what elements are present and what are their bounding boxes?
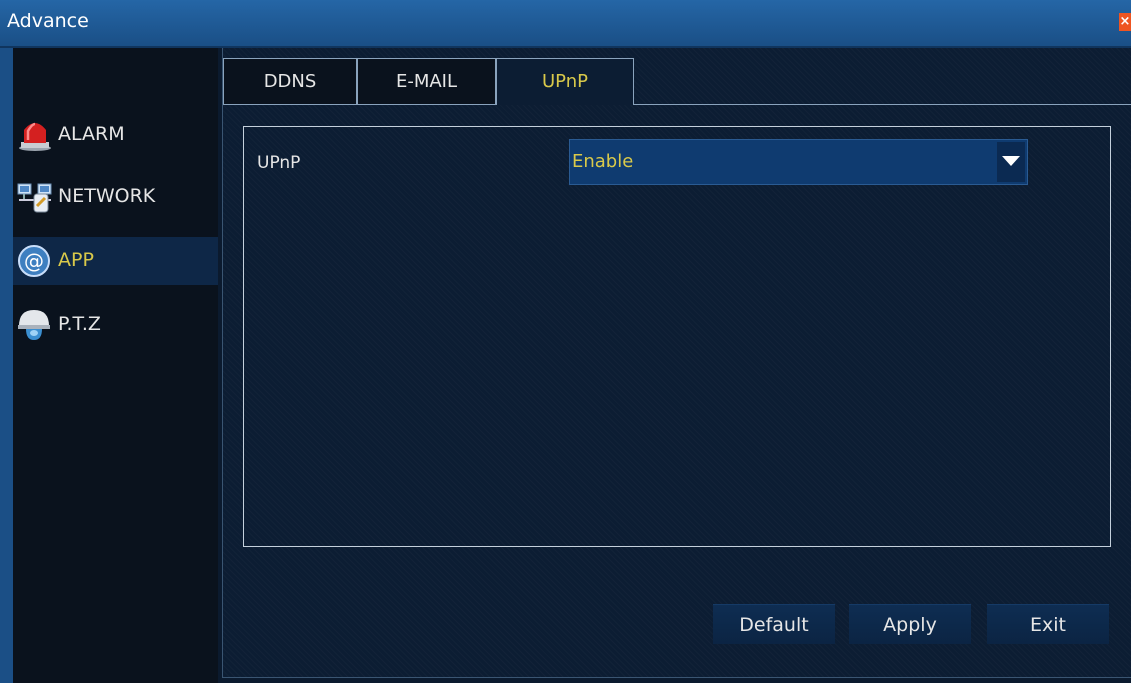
tab-ddns[interactable]: DDNS xyxy=(223,58,357,104)
sidebar-item-network[interactable]: NETWORK xyxy=(13,173,218,221)
sidebar-item-label: APP xyxy=(58,249,94,271)
upnp-settings-panel: UPnP Enable xyxy=(243,126,1111,547)
sidebar: ALARM NETWORK @ APP P.T.Z xyxy=(13,48,218,683)
window-left-border xyxy=(0,48,13,683)
tab-email[interactable]: E-MAIL xyxy=(357,58,496,104)
close-icon: × xyxy=(1119,14,1131,29)
network-icon xyxy=(17,180,53,214)
close-button[interactable]: × xyxy=(1119,13,1131,31)
window-title: Advance xyxy=(7,10,89,32)
apply-button[interactable]: Apply xyxy=(849,604,971,644)
content-area: DDNS E-MAIL UPnP UPnP Enable Default App… xyxy=(222,48,1131,678)
sidebar-item-alarm[interactable]: ALARM xyxy=(13,111,218,159)
sidebar-item-app[interactable]: @ APP xyxy=(13,237,218,285)
upnp-select-value: Enable xyxy=(572,151,634,172)
title-bar: Advance × xyxy=(0,0,1131,48)
at-sign-icon: @ xyxy=(17,244,53,278)
default-button[interactable]: Default xyxy=(713,604,835,644)
sidebar-item-label: P.T.Z xyxy=(58,313,101,335)
svg-text:@: @ xyxy=(24,249,44,273)
upnp-select[interactable]: Enable xyxy=(569,139,1028,185)
sidebar-item-ptz[interactable]: P.T.Z xyxy=(13,301,218,349)
alarm-light-icon xyxy=(17,118,53,152)
advance-window: Advance × ALARM NETWORK @ APP P.T.Z DDNS… xyxy=(0,0,1131,683)
exit-button[interactable]: Exit xyxy=(987,604,1109,644)
sidebar-item-label: NETWORK xyxy=(58,185,156,207)
sidebar-item-label: ALARM xyxy=(58,123,125,145)
chevron-down-icon[interactable] xyxy=(997,142,1025,182)
upnp-field-label: UPnP xyxy=(257,153,301,173)
tab-upnp[interactable]: UPnP xyxy=(496,58,634,105)
dome-camera-icon xyxy=(17,308,53,342)
tab-bar: DDNS E-MAIL UPnP xyxy=(223,58,1131,105)
